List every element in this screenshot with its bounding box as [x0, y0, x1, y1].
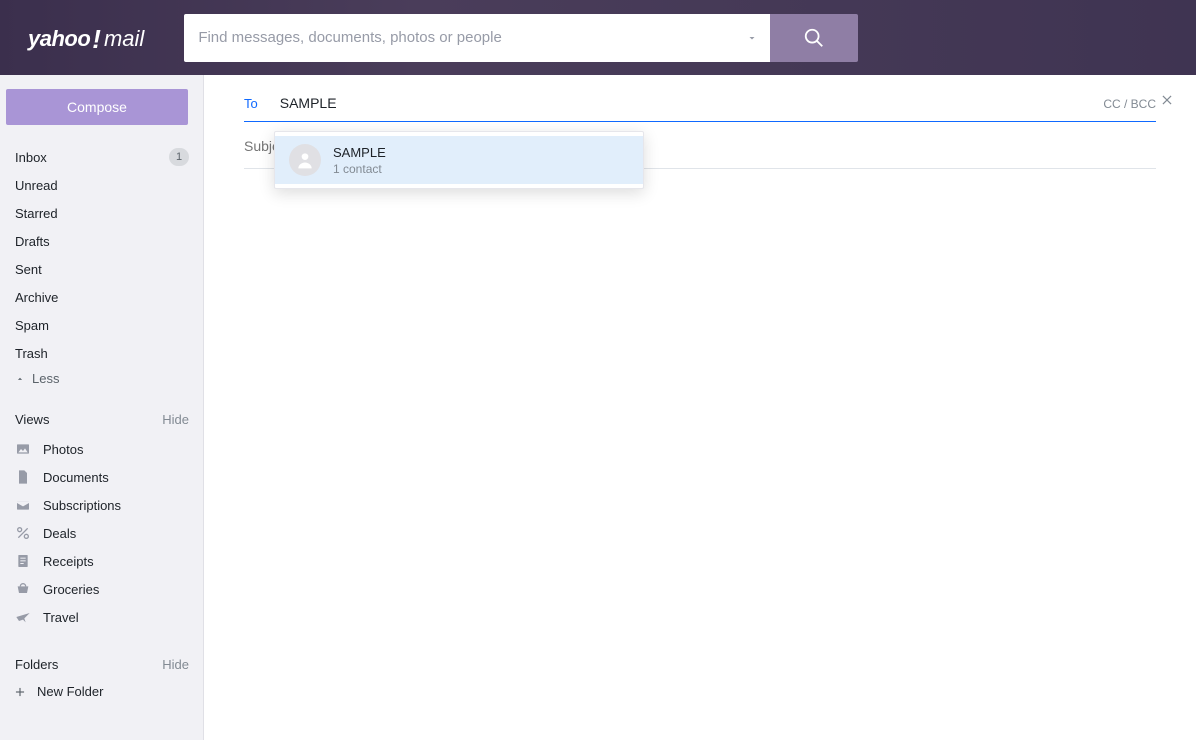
nav-unread[interactable]: Unread — [0, 171, 203, 199]
nav-label: Starred — [15, 206, 58, 221]
folders-hide-link[interactable]: Hide — [162, 657, 189, 672]
nav-starred[interactable]: Starred — [0, 199, 203, 227]
photo-icon — [15, 441, 31, 457]
nav-label: Drafts — [15, 234, 50, 249]
chevron-up-icon — [15, 374, 25, 384]
deals-icon — [15, 525, 31, 541]
nav-label: Sent — [15, 262, 42, 277]
nav-label: Trash — [15, 346, 48, 361]
search-icon — [803, 27, 825, 49]
groceries-icon — [15, 581, 31, 597]
contact-suggestion-text: SAMPLE 1 contact — [333, 145, 386, 176]
nav-sent[interactable]: Sent — [0, 255, 203, 283]
contact-suggestion-item[interactable]: SAMPLE 1 contact — [275, 136, 643, 184]
folders-header: Folders Hide — [0, 657, 203, 672]
close-compose-button[interactable] — [1160, 93, 1174, 110]
nav-drafts[interactable]: Drafts — [0, 227, 203, 255]
view-photos[interactable]: Photos — [0, 435, 203, 463]
view-groceries[interactable]: Groceries — [0, 575, 203, 603]
search-button[interactable] — [770, 14, 858, 62]
to-label: To — [244, 96, 258, 111]
view-receipts[interactable]: Receipts — [0, 547, 203, 575]
views-title: Views — [15, 412, 49, 427]
search-bar — [184, 14, 858, 62]
subscriptions-icon — [15, 497, 31, 513]
less-toggle[interactable]: Less — [0, 367, 203, 386]
avatar — [289, 144, 321, 176]
contact-sub: 1 contact — [333, 162, 386, 176]
nav-label: Spam — [15, 318, 49, 333]
view-label: Documents — [43, 470, 109, 485]
view-label: Deals — [43, 526, 76, 541]
nav-spam[interactable]: Spam — [0, 311, 203, 339]
inbox-badge: 1 — [169, 148, 189, 166]
views-header: Views Hide — [0, 412, 203, 427]
view-label: Photos — [43, 442, 83, 457]
receipts-icon — [15, 553, 31, 569]
nav-archive[interactable]: Archive — [0, 283, 203, 311]
contact-suggestion-dropdown: SAMPLE 1 contact — [274, 131, 644, 189]
contact-name: SAMPLE — [333, 145, 386, 160]
to-field-row: To CC / BCC SAMPLE 1 contact — [244, 95, 1156, 122]
chevron-down-icon[interactable] — [746, 32, 758, 44]
nav-inbox[interactable]: Inbox 1 — [0, 143, 203, 171]
view-documents[interactable]: Documents — [0, 463, 203, 491]
view-label: Subscriptions — [43, 498, 121, 513]
view-label: Travel — [43, 610, 79, 625]
logo-text-mail: mail — [104, 26, 144, 52]
logo-text-bang: ! — [92, 24, 101, 55]
cc-bcc-toggle[interactable]: CC / BCC — [1103, 97, 1156, 111]
nav-trash[interactable]: Trash — [0, 339, 203, 367]
views-hide-link[interactable]: Hide — [162, 412, 189, 427]
to-input[interactable] — [280, 95, 1156, 111]
folders-title: Folders — [15, 657, 58, 672]
new-folder-button[interactable]: New Folder — [0, 680, 203, 699]
new-folder-label: New Folder — [37, 684, 103, 699]
sidebar: Compose Inbox 1 Unread Starred Drafts Se… — [0, 75, 204, 740]
nav-label: Archive — [15, 290, 58, 305]
plus-icon — [13, 685, 27, 699]
compose-button[interactable]: Compose — [6, 89, 188, 125]
less-label: Less — [32, 371, 59, 386]
document-icon — [15, 469, 31, 485]
view-subscriptions[interactable]: Subscriptions — [0, 491, 203, 519]
yahoo-mail-logo[interactable]: yahoo ! mail — [28, 22, 144, 53]
view-travel[interactable]: Travel — [0, 603, 203, 631]
search-input[interactable] — [184, 14, 770, 62]
view-label: Receipts — [43, 554, 94, 569]
compose-panel: To CC / BCC SAMPLE 1 contact — [204, 75, 1196, 740]
folder-nav: Inbox 1 Unread Starred Drafts Sent Archi… — [0, 143, 203, 367]
logo-text-yahoo: yahoo — [28, 26, 90, 52]
person-icon — [295, 150, 315, 170]
view-label: Groceries — [43, 582, 99, 597]
nav-label: Inbox — [15, 150, 47, 165]
nav-label: Unread — [15, 178, 58, 193]
app-header: yahoo ! mail — [0, 0, 1196, 75]
view-deals[interactable]: Deals — [0, 519, 203, 547]
travel-icon — [15, 609, 31, 625]
close-icon — [1160, 93, 1174, 107]
